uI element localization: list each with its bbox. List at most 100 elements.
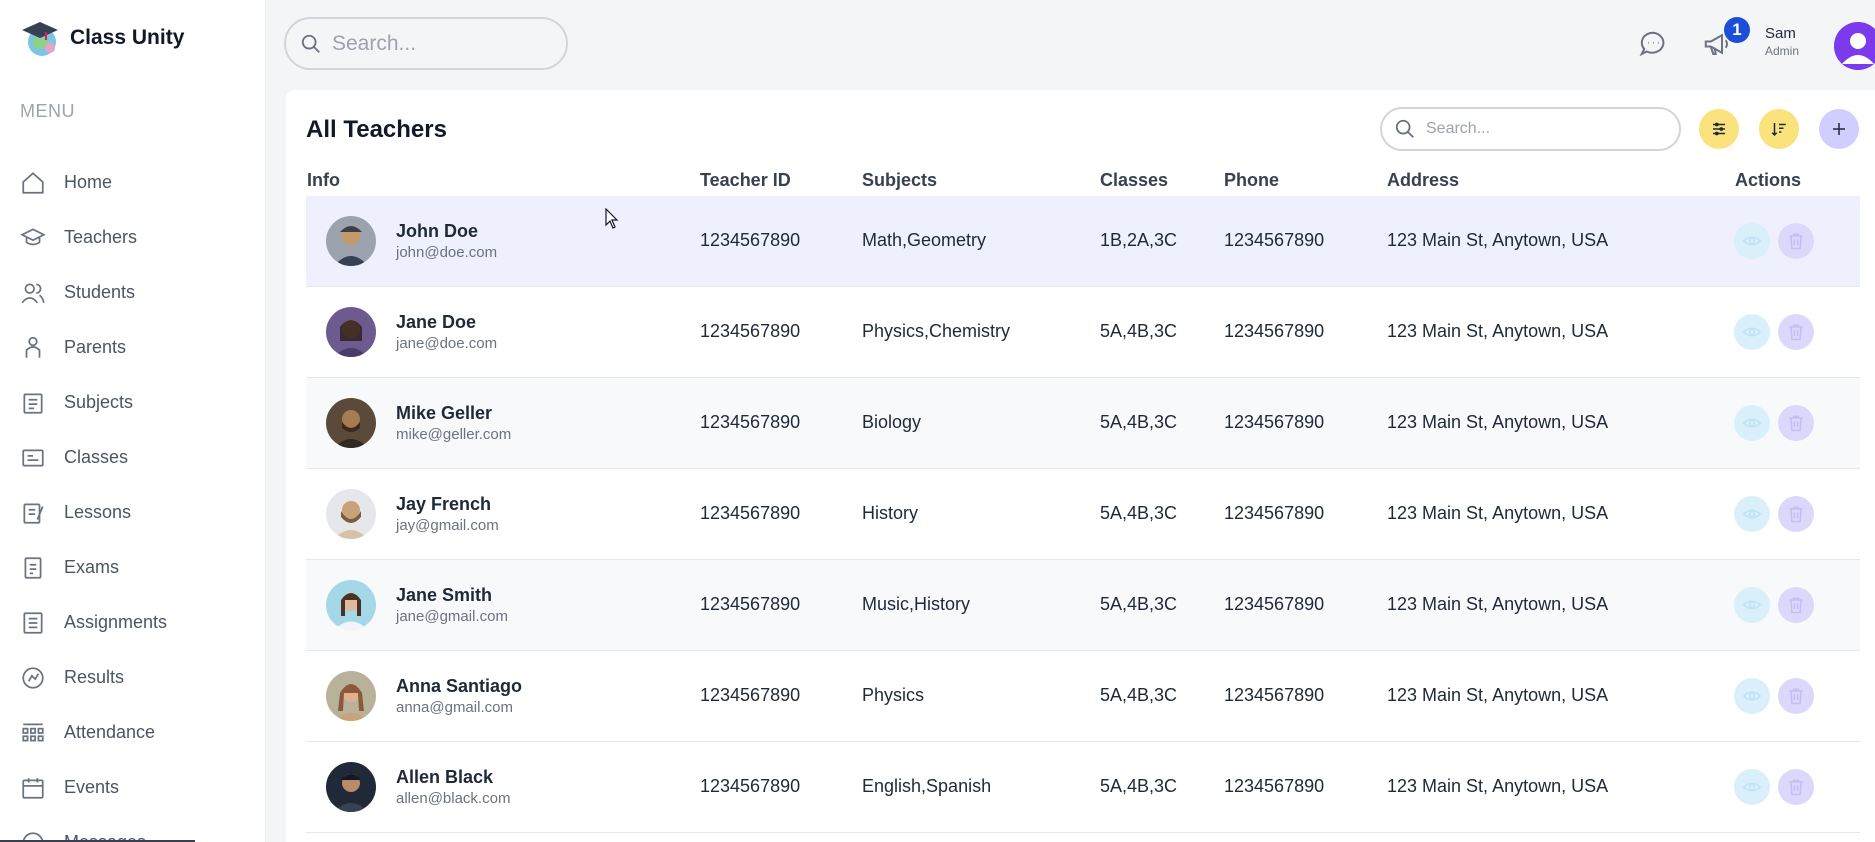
delete-button[interactable] — [1778, 678, 1814, 714]
teacher-subjects: Physics,Chemistry — [862, 321, 1011, 341]
user-role: Admin — [1765, 44, 1800, 58]
teacher-subjects: English,Spanish — [862, 776, 992, 796]
filter-icon — [1713, 122, 1725, 136]
sort-button[interactable] — [1759, 109, 1799, 149]
table-row[interactable]: Mike Geller mike@geller.com 1234567890 B… — [306, 378, 1860, 469]
trash-icon — [1789, 233, 1803, 250]
logo-icon — [20, 18, 60, 58]
teacher-photo — [326, 307, 376, 357]
sidebar-item-label: Classes — [64, 447, 129, 467]
teacher-subjects: History — [862, 503, 919, 523]
teacher-classes: 1B,2A,3C — [1100, 230, 1178, 250]
brand-name: Class Unity — [70, 26, 185, 49]
search-icon — [1395, 119, 1414, 138]
sidebar: Class Unity MENU Home Teachers Students … — [0, 0, 266, 842]
teacher-address: 123 Main St, Anytown, USA — [1387, 503, 1609, 523]
sidebar-item-exams[interactable]: Exams — [0, 540, 266, 595]
trash-icon — [1789, 506, 1803, 523]
sidebar-item-messages[interactable]: Messages — [0, 815, 266, 842]
sidebar-item-teachers[interactable]: Teachers — [0, 210, 266, 265]
delete-button[interactable] — [1778, 496, 1814, 532]
eye-icon — [1742, 691, 1762, 701]
events-icon — [22, 777, 44, 799]
sidebar-item-label: Parents — [64, 337, 127, 357]
table-row[interactable]: Anna Santiago anna@gmail.com 1234567890 … — [306, 651, 1860, 742]
sidebar-item-label: Results — [64, 667, 125, 687]
teacher-id: 1234567890 — [700, 321, 801, 341]
assignments-icon — [23, 611, 43, 634]
view-button[interactable] — [1734, 314, 1770, 350]
sidebar-item-subjects[interactable]: Subjects — [0, 375, 266, 430]
teacher-address: 123 Main St, Anytown, USA — [1387, 776, 1609, 796]
table-search[interactable] — [1380, 107, 1681, 151]
teacher-phone: 1234567890 — [1224, 412, 1325, 432]
lessons-icon — [23, 502, 44, 524]
filter-button[interactable] — [1699, 109, 1739, 149]
sort-icon — [1771, 123, 1786, 137]
teacher-name: John Doe — [396, 221, 479, 241]
teacher-classes: 5A,4B,3C — [1100, 412, 1178, 432]
global-search[interactable] — [284, 17, 568, 70]
sidebar-item-label: Home — [64, 172, 113, 192]
avatar[interactable] — [1834, 22, 1875, 70]
eye-icon — [1742, 509, 1762, 519]
exams-icon — [24, 556, 42, 579]
view-button[interactable] — [1734, 405, 1770, 441]
sidebar-item-attendance[interactable]: Attendance — [0, 705, 266, 760]
table-row[interactable]: Allen Black allen@black.com 1234567890 E… — [306, 742, 1860, 833]
sidebar-item-events[interactable]: Events — [0, 760, 266, 815]
sidebar-item-results[interactable]: Results — [0, 650, 266, 705]
table-row[interactable]: Jane Smith jane@gmail.com 1234567890 Mus… — [306, 560, 1860, 651]
column-header-address: Address — [1387, 170, 1460, 190]
view-button[interactable] — [1734, 223, 1770, 259]
parents-icon — [25, 336, 41, 358]
teacher-classes: 5A,4B,3C — [1100, 321, 1178, 341]
sidebar-item-students[interactable]: Students — [0, 265, 266, 320]
delete-button[interactable] — [1778, 223, 1814, 259]
classes-icon — [22, 449, 44, 466]
column-header-classes: Classes — [1100, 170, 1169, 190]
sidebar-item-home[interactable]: Home — [0, 155, 266, 210]
delete-button[interactable] — [1778, 587, 1814, 623]
user-avatar-icon — [1834, 22, 1875, 70]
table-row[interactable]: John Doe john@doe.com 1234567890 Math,Ge… — [306, 196, 1860, 287]
table-search-input[interactable] — [1426, 120, 1666, 138]
view-button[interactable] — [1734, 496, 1770, 532]
chat-button[interactable] — [1638, 29, 1668, 59]
teacher-address: 123 Main St, Anytown, USA — [1387, 594, 1609, 614]
brand[interactable]: Class Unity — [20, 18, 184, 58]
notification-badge: 1 — [1724, 17, 1750, 43]
teacher-name: Jay French — [396, 494, 492, 514]
table-row[interactable]: Jane Doe jane@doe.com 1234567890 Physics… — [306, 287, 1860, 378]
table-header: Info Teacher ID Subjects Classes Phone A… — [306, 170, 1860, 196]
teacher-id: 1234567890 — [700, 412, 801, 432]
trash-icon — [1789, 597, 1803, 614]
column-header-subjects: Subjects — [862, 170, 938, 190]
view-button[interactable] — [1734, 587, 1770, 623]
teacher-id: 1234567890 — [700, 503, 801, 523]
delete-button[interactable] — [1778, 405, 1814, 441]
sidebar-item-assignments[interactable]: Assignments — [0, 595, 266, 650]
delete-button[interactable] — [1778, 314, 1814, 350]
delete-button[interactable] — [1778, 769, 1814, 805]
view-button[interactable] — [1734, 678, 1770, 714]
sidebar-item-parents[interactable]: Parents — [0, 320, 266, 375]
global-search-input[interactable] — [332, 31, 532, 56]
teacher-id: 1234567890 — [700, 594, 801, 614]
sidebar-item-label: Lessons — [64, 502, 132, 522]
teacher-address: 123 Main St, Anytown, USA — [1387, 412, 1609, 432]
table-row[interactable]: Jay French jay@gmail.com 1234567890 Hist… — [306, 469, 1860, 560]
teacher-subjects: Biology — [862, 412, 922, 432]
sidebar-item-lessons[interactable]: Lessons — [0, 485, 266, 540]
teacher-photo — [326, 580, 376, 630]
add-teacher-button[interactable] — [1819, 109, 1859, 149]
page-title: All Teachers — [306, 116, 447, 143]
trash-icon — [1789, 415, 1803, 432]
view-button[interactable] — [1734, 769, 1770, 805]
sidebar-item-classes[interactable]: Classes — [0, 430, 266, 485]
column-header-actions: Actions — [1735, 170, 1802, 190]
teacher-email: john@doe.com — [396, 244, 498, 261]
teacher-classes: 5A,4B,3C — [1100, 503, 1178, 523]
teacher-photo — [326, 671, 376, 721]
home-icon — [22, 171, 44, 194]
